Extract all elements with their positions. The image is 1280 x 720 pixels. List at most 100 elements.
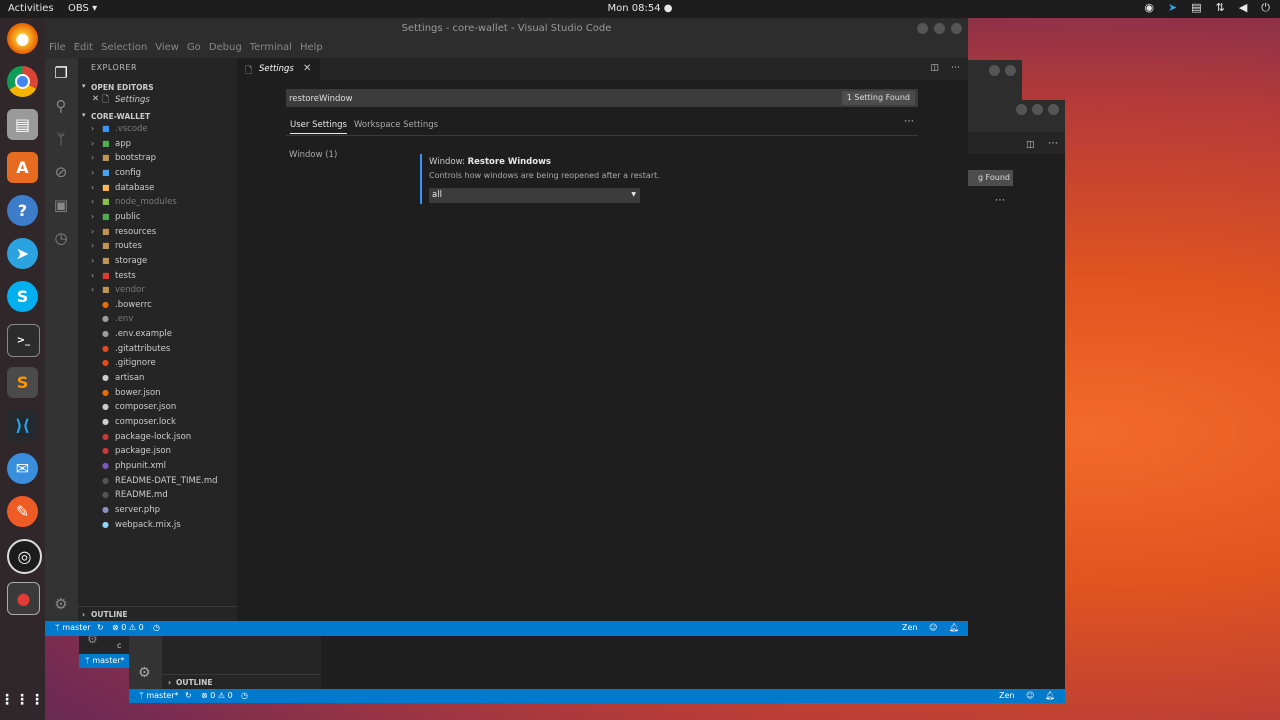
restore-windows-select[interactable]: all ▼ xyxy=(429,188,640,203)
toc-item-window[interactable]: Window (1) xyxy=(289,150,337,160)
chrome-icon[interactable] xyxy=(7,66,38,97)
folder-item[interactable]: › ■ node_modules xyxy=(78,196,237,210)
telegram-icon[interactable]: ➤ xyxy=(1168,1,1177,15)
more-actions-icon[interactable]: ⋯ xyxy=(904,116,914,127)
chevron-right-icon[interactable]: › xyxy=(91,139,94,148)
feedback-icon[interactable]: ☺ xyxy=(1026,691,1034,700)
folder-item[interactable]: › ■ resources xyxy=(78,226,237,240)
software-icon[interactable]: A xyxy=(7,152,38,183)
menu-file[interactable]: File xyxy=(49,40,66,58)
file-item[interactable]: ● composer.json xyxy=(78,401,237,415)
close-icon[interactable] xyxy=(1048,104,1059,115)
folder-item[interactable]: › ■ routes xyxy=(78,240,237,254)
problems-indicator[interactable]: ⊗ 0 ⚠ 0 xyxy=(201,691,233,700)
file-item[interactable]: ● .gitattributes xyxy=(78,343,237,357)
folder-item[interactable]: › ■ tests xyxy=(78,270,237,284)
debug-icon[interactable]: ⊘ xyxy=(51,163,71,183)
problems-indicator[interactable]: ⊗ 0 ⚠ 0 xyxy=(112,623,144,632)
file-item[interactable]: ● server.php xyxy=(78,504,237,518)
recorder-icon[interactable]: ● xyxy=(7,582,40,615)
branch-indicator[interactable]: ᛘ master* xyxy=(139,691,179,700)
folder-item[interactable]: › ■ public xyxy=(78,211,237,225)
chevron-right-icon[interactable]: › xyxy=(91,271,94,280)
open-editors-section[interactable]: ▾ OPEN EDITORS xyxy=(78,80,237,94)
minimize-icon[interactable] xyxy=(917,23,928,34)
clipboard-icon[interactable]: ▤ xyxy=(1191,1,1201,15)
source-control-icon[interactable]: ᛘ xyxy=(51,130,71,150)
zen-mode-label[interactable]: Zen xyxy=(902,623,917,632)
help-icon[interactable]: ? xyxy=(7,195,38,226)
file-item[interactable]: ● composer.lock xyxy=(78,416,237,430)
file-item[interactable]: ● .env xyxy=(78,313,237,327)
close-icon[interactable]: ✕ xyxy=(92,94,99,104)
maximize-icon[interactable] xyxy=(1005,65,1016,76)
tab-settings[interactable]: 🗋︎ Settings ✕ xyxy=(237,58,320,80)
background-window-4[interactable]: ⚙ c ᛘ master* xyxy=(79,632,129,668)
chevron-right-icon[interactable]: › xyxy=(91,285,94,294)
more-actions-icon[interactable]: ⋯ xyxy=(995,195,1005,206)
file-item[interactable]: ● package-lock.json xyxy=(78,431,237,445)
split-editor-icon[interactable]: ◫ xyxy=(930,63,939,73)
file-item[interactable]: ● webpack.mix.js xyxy=(78,519,237,533)
power-icon[interactable]: ⏻ xyxy=(1261,1,1270,15)
file-item[interactable]: ● bower.json xyxy=(78,387,237,401)
explorer-icon[interactable]: ❐ xyxy=(51,64,71,84)
thunderbird-icon[interactable]: ✉ xyxy=(7,453,38,484)
branch-indicator[interactable]: ᛘ master xyxy=(55,623,91,632)
file-item[interactable]: ● README.md xyxy=(78,489,237,503)
timeline-icon[interactable]: ◷ xyxy=(51,229,71,249)
gear-icon[interactable]: ⚙ xyxy=(138,665,151,681)
file-item[interactable]: ● .env.example xyxy=(78,328,237,342)
folder-item[interactable]: › ■ vendor xyxy=(78,284,237,298)
tab-user-settings[interactable]: User Settings xyxy=(290,120,347,134)
folder-item[interactable]: › ■ config xyxy=(78,167,237,181)
activities-button[interactable]: Activities xyxy=(8,3,54,14)
menu-selection[interactable]: Selection xyxy=(101,40,147,58)
chevron-right-icon[interactable]: › xyxy=(91,124,94,133)
minimize-icon[interactable] xyxy=(989,65,1000,76)
file-item[interactable]: ● phpunit.xml xyxy=(78,460,237,474)
notifications-icon[interactable]: 🔔︎ xyxy=(949,623,959,632)
tab-workspace-settings[interactable]: Workspace Settings xyxy=(354,120,438,130)
menu-view[interactable]: View xyxy=(155,40,179,58)
chevron-right-icon[interactable]: › xyxy=(91,256,94,265)
sublime-icon[interactable]: S xyxy=(7,367,38,398)
file-item[interactable]: ● package.json xyxy=(78,445,237,459)
maximize-icon[interactable] xyxy=(934,23,945,34)
folder-item[interactable]: › ■ bootstrap xyxy=(78,152,237,166)
extensions-icon[interactable]: ▣ xyxy=(51,196,71,216)
manage-gear-icon[interactable]: ⚙ xyxy=(51,595,71,615)
menu-go[interactable]: Go xyxy=(187,40,201,58)
search-icon[interactable]: ⚲ xyxy=(51,97,71,117)
close-tab-icon[interactable]: ✕ xyxy=(303,63,311,74)
folder-item[interactable]: › ■ .vscode xyxy=(78,123,237,137)
app-menu-button[interactable]: OBS ▾ xyxy=(68,3,97,14)
clock[interactable]: Mon 08:54 ● xyxy=(0,3,1280,14)
settings-search-input[interactable] xyxy=(286,89,811,109)
clock-icon[interactable]: ◷ xyxy=(241,691,248,700)
menu-edit[interactable]: Edit xyxy=(74,40,93,58)
outline-section[interactable]: › OUTLINE xyxy=(162,674,321,690)
minimize-icon[interactable] xyxy=(1016,104,1027,115)
network-icon[interactable]: ⇅ xyxy=(1216,1,1225,15)
background-window-2[interactable]: ◫ ⋯ g Found ⋯ xyxy=(968,100,1065,703)
background-window-3[interactable]: ⚙ › OUTLINE ᛘ master* ↻ ⊗ 0 ⚠ 0 ◷ Zen ☺ … xyxy=(129,636,1065,703)
obs-tray-icon[interactable]: ◉ xyxy=(1144,1,1154,15)
outline-section[interactable]: › OUTLINE xyxy=(78,606,237,622)
folder-item[interactable]: › ■ storage xyxy=(78,255,237,269)
terminal-icon[interactable]: >_ xyxy=(7,324,40,357)
file-item[interactable]: ● .gitignore xyxy=(78,357,237,371)
vscode-icon[interactable]: ⟩⟨ xyxy=(7,410,38,441)
folder-item[interactable]: › ■ app xyxy=(78,138,237,152)
project-section[interactable]: ▾ CORE-WALLET xyxy=(78,109,237,123)
clock-icon[interactable]: ◷ xyxy=(153,623,160,632)
open-editor-item[interactable]: ✕ 🗋︎ Settings xyxy=(78,94,237,108)
obs-icon[interactable]: ◎ xyxy=(7,539,42,574)
files-icon[interactable]: ▤ xyxy=(7,109,38,140)
folder-item[interactable]: › ■ database xyxy=(78,182,237,196)
more-actions-icon[interactable]: ⋯ xyxy=(1048,138,1058,149)
file-item[interactable]: ● artisan xyxy=(78,372,237,386)
menu-help[interactable]: Help xyxy=(300,40,323,58)
sync-icon[interactable]: ↻ xyxy=(97,623,104,632)
chevron-right-icon[interactable]: › xyxy=(91,241,94,250)
